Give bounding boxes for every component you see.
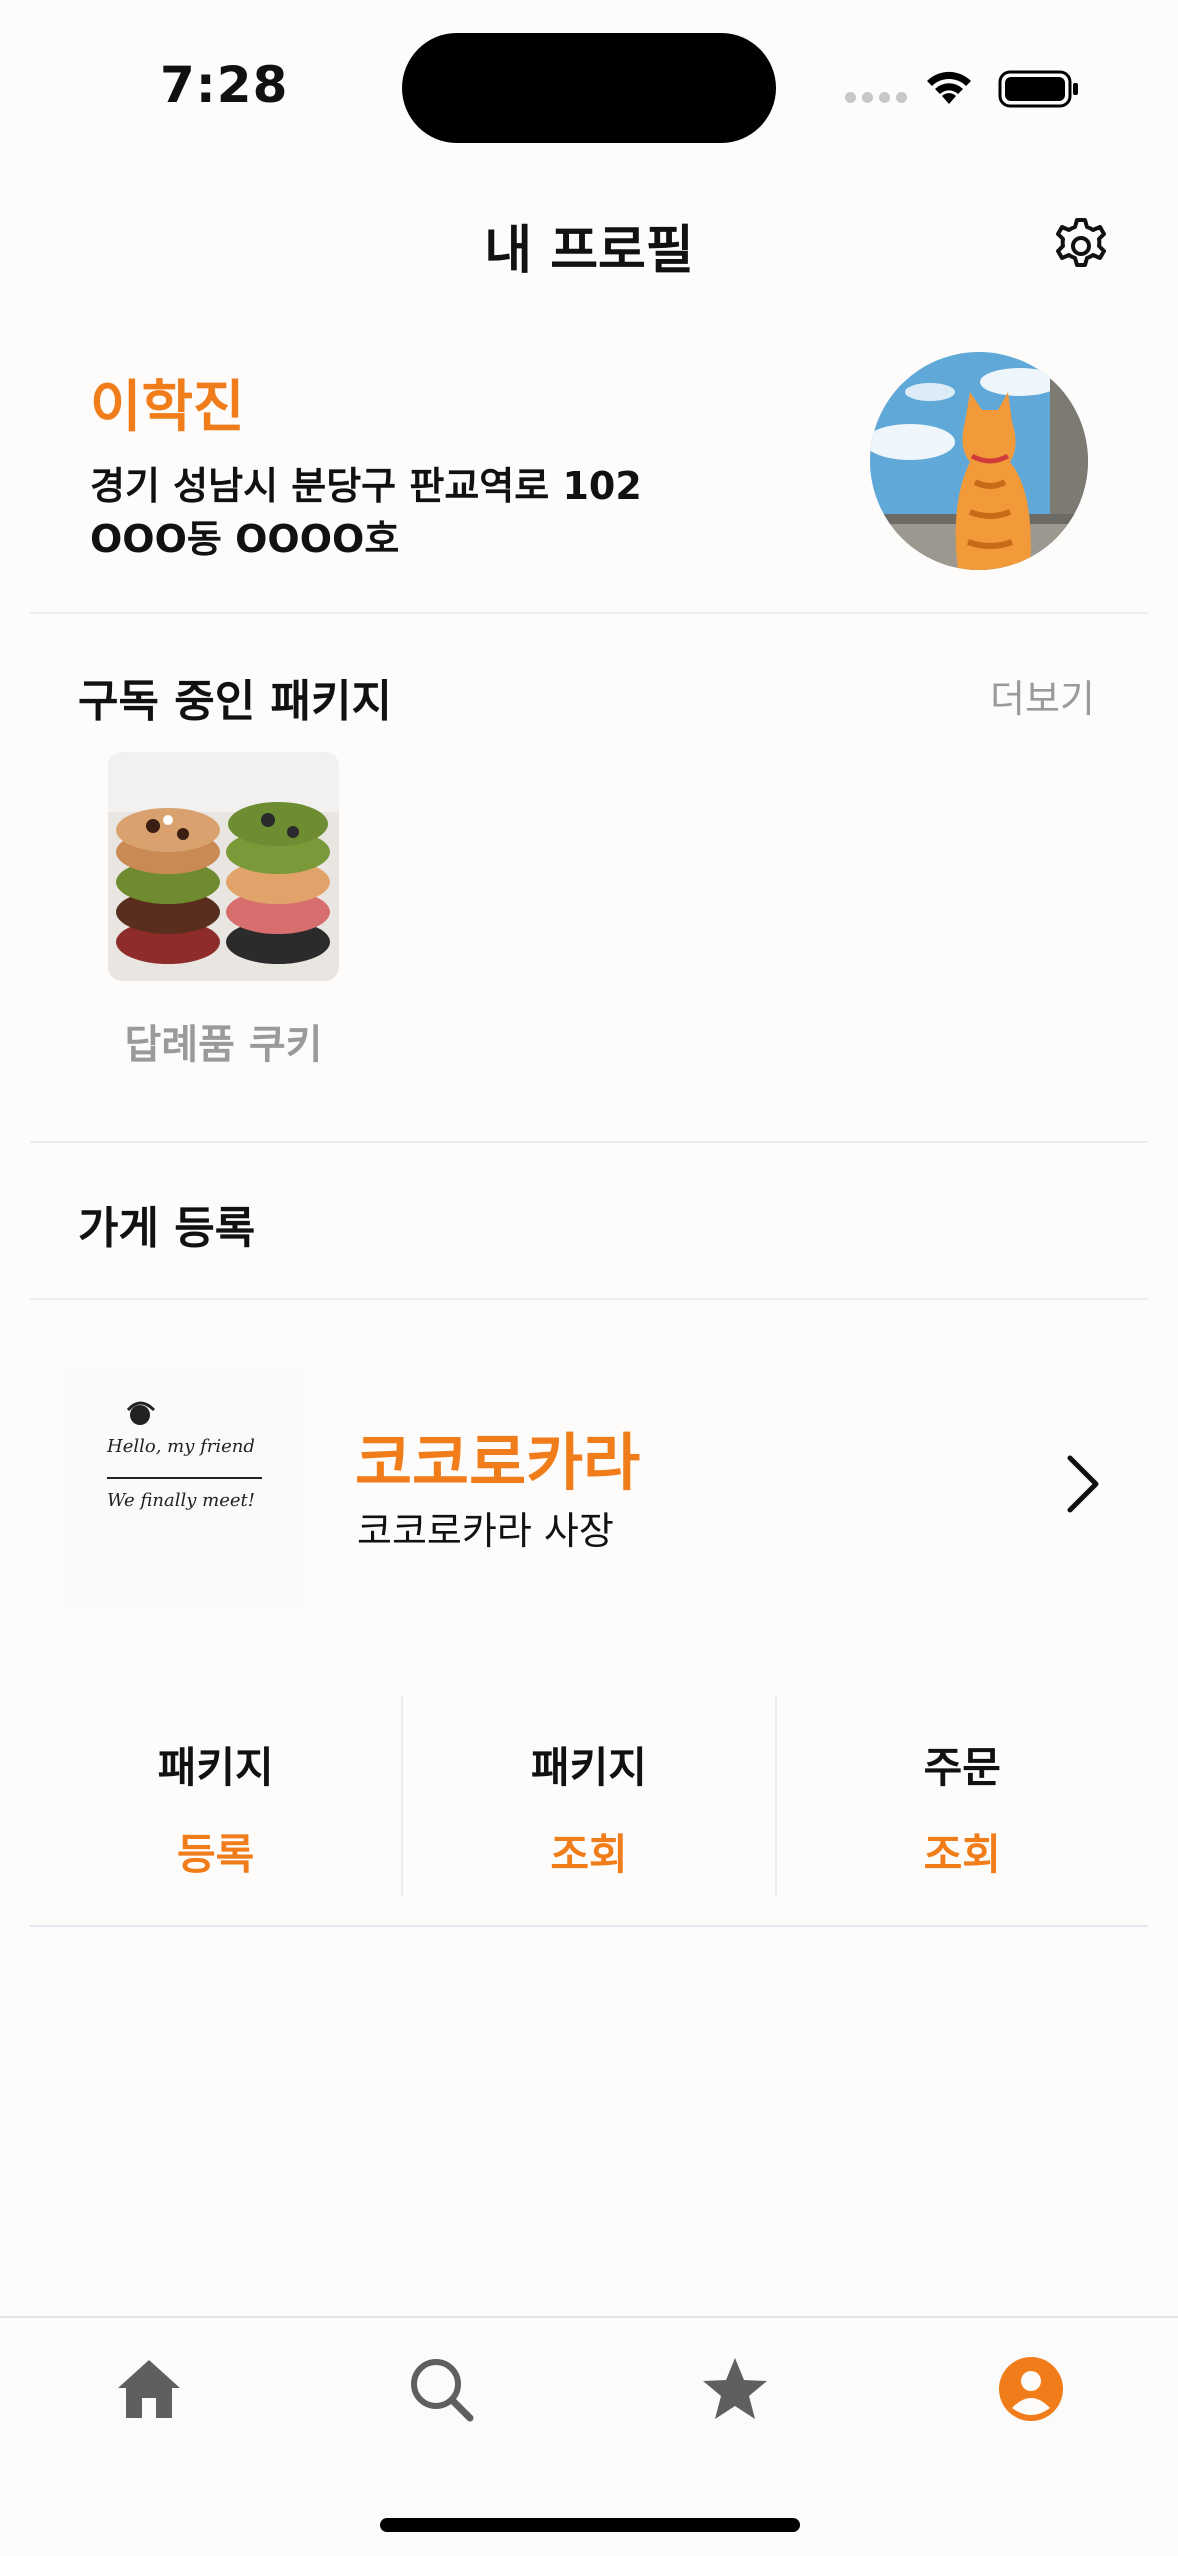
store-logo-text-2: We finally meet! (107, 1490, 255, 1511)
store-register-title[interactable]: 가게 등록 (78, 1192, 255, 1256)
profile-icon[interactable] (996, 2354, 1066, 2424)
battery-icon (998, 70, 1078, 108)
divider (30, 1141, 1148, 1143)
wifi-icon (927, 71, 971, 104)
search-icon[interactable] (406, 2354, 476, 2424)
store-owner-label: 코코로카라 사장 (357, 1509, 614, 1553)
page-title: 내 프로필 (484, 221, 694, 281)
dynamic-island (402, 33, 776, 143)
action-bottom-label: 조회 (923, 1830, 1001, 1879)
subscribed-section-title: 구독 중인 패키지 (78, 676, 392, 727)
package-thumbnail[interactable] (108, 752, 339, 981)
status-time: 7:28 (160, 56, 289, 114)
package-label: 답례품 쿠키 (124, 1022, 323, 1068)
profile-address-line1: 경기 성남시 분당구 판교역로 102 (90, 464, 642, 508)
star-icon[interactable] (700, 2354, 770, 2424)
view-packages-button[interactable]: 패키지 조회 (401, 1696, 774, 1896)
home-icon[interactable] (114, 2354, 184, 2424)
profile-address-line2: OOO동 OOOO호 (90, 517, 400, 561)
action-top-label: 주문 (923, 1743, 1001, 1792)
cellular-signal-icon (845, 92, 907, 103)
action-bottom-label: 조회 (550, 1830, 628, 1879)
more-link[interactable]: 더보기 (990, 668, 1095, 723)
chevron-right-icon[interactable] (1058, 1452, 1108, 1516)
store-logo: Hello, my friend We finally meet! (62, 1370, 302, 1610)
action-bottom-label: 등록 (177, 1830, 255, 1879)
divider (30, 1298, 1148, 1300)
action-top-label: 패키지 (157, 1743, 274, 1792)
home-indicator (380, 2518, 800, 2532)
avatar[interactable] (870, 352, 1088, 570)
profile-name: 이학진 (90, 375, 245, 440)
divider (30, 612, 1148, 614)
store-name[interactable]: 코코로카라 (355, 1412, 640, 1502)
store-actions: 패키지 등록 패키지 조회 주문 조회 (30, 1696, 1148, 1896)
action-top-label: 패키지 (531, 1743, 647, 1792)
store-logo-text-1: Hello, my friend (106, 1436, 255, 1457)
gear-icon[interactable] (1050, 215, 1112, 277)
view-orders-button[interactable]: 주문 조회 (774, 1696, 1148, 1896)
divider (30, 1925, 1148, 1927)
register-package-button[interactable]: 패키지 등록 (30, 1696, 401, 1896)
